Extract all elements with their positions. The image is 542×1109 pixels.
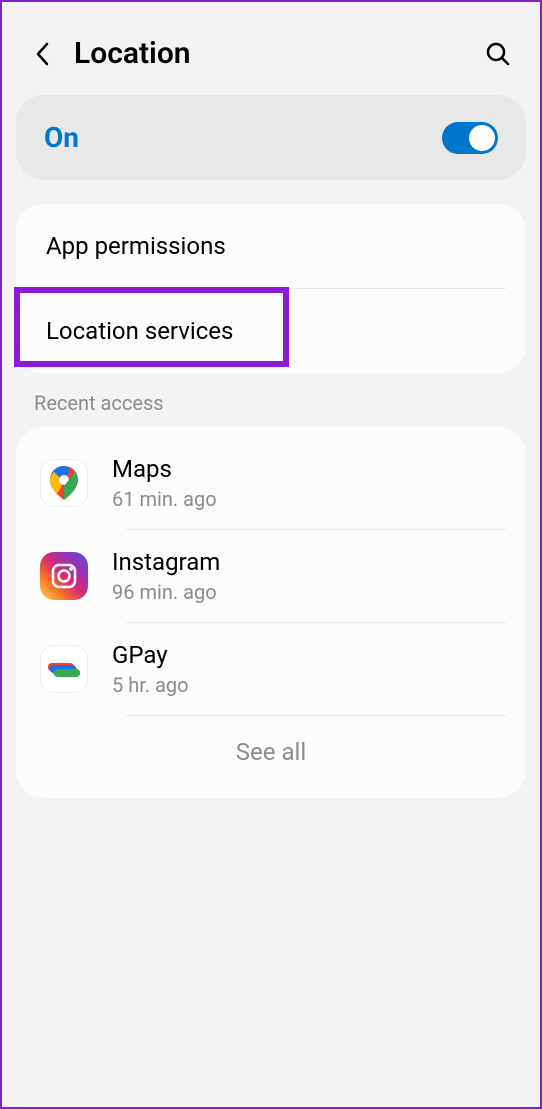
- page-title: Location: [74, 36, 484, 71]
- app-name: Maps: [112, 455, 502, 483]
- instagram-icon: [40, 552, 88, 600]
- app-time: 96 min. ago: [112, 580, 502, 604]
- back-icon[interactable]: [30, 42, 54, 66]
- toggle-label: On: [44, 121, 79, 154]
- toggle-switch[interactable]: [442, 122, 498, 154]
- app-time: 61 min. ago: [112, 487, 502, 511]
- app-permissions-item[interactable]: App permissions: [16, 204, 526, 288]
- app-row-instagram[interactable]: Instagram 96 min. ago: [16, 530, 526, 622]
- see-all-button[interactable]: See all: [16, 716, 526, 778]
- maps-icon: [40, 459, 88, 507]
- search-icon[interactable]: [484, 40, 512, 68]
- highlight-annotation: [14, 287, 289, 367]
- app-name: GPay: [112, 641, 502, 669]
- recent-access-header: Recent access: [6, 373, 536, 427]
- app-name: Instagram: [112, 548, 502, 576]
- app-row-gpay[interactable]: GPay 5 hr. ago: [16, 623, 526, 715]
- location-toggle-row[interactable]: On: [16, 95, 526, 180]
- app-row-maps[interactable]: Maps 61 min. ago: [16, 437, 526, 529]
- gpay-icon: [40, 645, 88, 693]
- app-time: 5 hr. ago: [112, 673, 502, 697]
